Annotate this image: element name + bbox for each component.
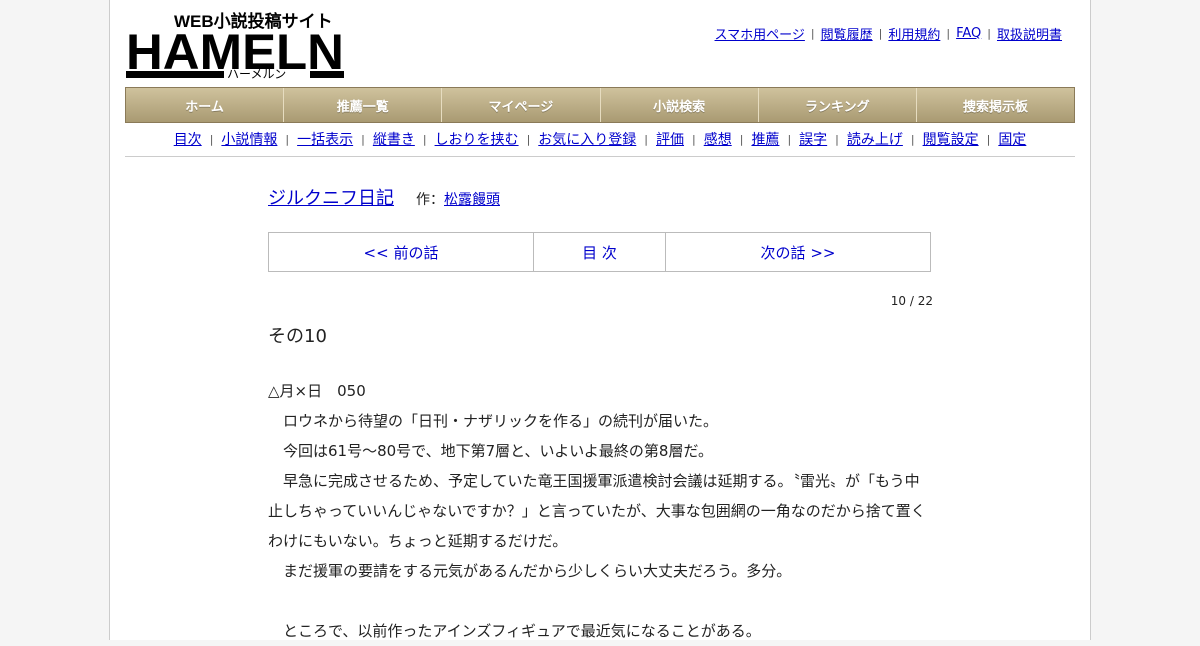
nav-novel-search[interactable]: 小説検索 (601, 88, 759, 122)
subnav-comments[interactable]: 感想 (704, 129, 732, 149)
next-episode-cell: 次の話 >> (666, 233, 930, 271)
subnav-read-aloud[interactable]: 読み上げ (847, 129, 903, 149)
link-faq[interactable]: FAQ (956, 26, 981, 41)
body-line: 早急に完成させるため、予定していた竜王国援軍派遣検討会議は延期する。〝雷光〟が「… (268, 472, 920, 490)
episode-title: その10 (268, 326, 327, 347)
page-container: WEB小説投稿サイト HAMELN ハーメルン スマホ用ページ | 閲覧履歴 |… (109, 0, 1091, 640)
site-logo[interactable]: WEB小説投稿サイト HAMELN ハーメルン (126, 10, 346, 80)
hameln-logo-icon: WEB小説投稿サイト HAMELN ハーメルン (126, 11, 344, 80)
nav-search-board[interactable]: 捜索掲示板 (917, 88, 1074, 122)
subnav-bookmark[interactable]: しおりを挟む (435, 129, 519, 149)
subnav-typo[interactable]: 誤字 (799, 129, 827, 149)
body-line: 今回は61号～80号で、地下第7層と、いよいよ最終の第8層だ。 (268, 442, 714, 460)
next-episode-link[interactable]: 次の話 >> (761, 242, 836, 263)
body-line: ロウネから待望の「日刊・ナザリックを作る」の続刊が届いた。 (268, 412, 719, 430)
top-links: スマホ用ページ | 閲覧履歴 | 利用規約 | FAQ | 取扱説明書 (714, 24, 1062, 43)
link-terms[interactable]: 利用規約 (888, 24, 940, 43)
link-history[interactable]: 閲覧履歴 (821, 24, 873, 43)
link-manual[interactable]: 取扱説明書 (997, 24, 1062, 43)
body-line: ところで、以前作ったアインズフィギュアで最近気になることがある。 (268, 622, 761, 640)
author-link[interactable]: 松露饅頭 (444, 192, 500, 208)
toc-cell: 目 次 (534, 233, 666, 271)
body-line: △月×日 050 (268, 382, 366, 400)
episode-body: △月×日 050 ロウネから待望の「日刊・ナザリックを作る」の続刊が届いた。 今… (268, 376, 933, 646)
body-line: まだ援軍の要請をする元気があるんだから少しくらい大丈夫だろう。多分。 (268, 562, 792, 580)
body-line: 止しちゃっていいんじゃないですか？」と言っていたが、大事な包囲網の一角なのだから… (268, 502, 926, 520)
main-nav: ホーム 推薦一覧 マイページ 小説検索 ランキング 捜索掲示板 (125, 87, 1075, 123)
subnav-show-all[interactable]: 一括表示 (297, 129, 353, 149)
body-line: わけにもいない。ちょっと延期するだけだ。 (268, 532, 568, 550)
episode-counter: 10 / 22 (890, 294, 933, 308)
nav-home[interactable]: ホーム (126, 88, 285, 122)
toc-link[interactable]: 目 次 (582, 242, 617, 263)
nav-ranking[interactable]: ランキング (759, 88, 917, 122)
author-line: 作：松露饅頭 (416, 189, 500, 209)
subnav-rating[interactable]: 評価 (656, 129, 684, 149)
novel-header: ジルクニフ日記 作：松露饅頭 (268, 184, 500, 210)
nav-recommendations[interactable]: 推薦一覧 (284, 88, 443, 122)
subnav-toc[interactable]: 目次 (174, 129, 202, 149)
svg-text:ハーメルン: ハーメルン (227, 67, 286, 80)
novel-title-link[interactable]: ジルクニフ日記 (268, 184, 394, 210)
subnav-pin[interactable]: 固定 (998, 129, 1026, 149)
subnav-view-settings[interactable]: 閲覧設定 (923, 129, 979, 149)
episode-nav: << 前の話 目 次 次の話 >> (268, 232, 931, 272)
link-smartphone[interactable]: スマホ用ページ (715, 24, 805, 43)
prev-episode-cell: << 前の話 (269, 233, 534, 271)
sub-nav: 目次 | 小説情報 | 一括表示 | 縦書き | しおりを挟む | お気に入り登… (125, 122, 1075, 157)
subnav-novel-info[interactable]: 小説情報 (221, 129, 277, 149)
subnav-favorite[interactable]: お気に入り登録 (538, 129, 636, 149)
subnav-recommend[interactable]: 推薦 (751, 129, 779, 149)
author-label: 作： (416, 192, 444, 208)
prev-episode-link[interactable]: << 前の話 (364, 242, 439, 263)
nav-mypage[interactable]: マイページ (442, 88, 601, 122)
subnav-vertical[interactable]: 縦書き (373, 129, 415, 149)
